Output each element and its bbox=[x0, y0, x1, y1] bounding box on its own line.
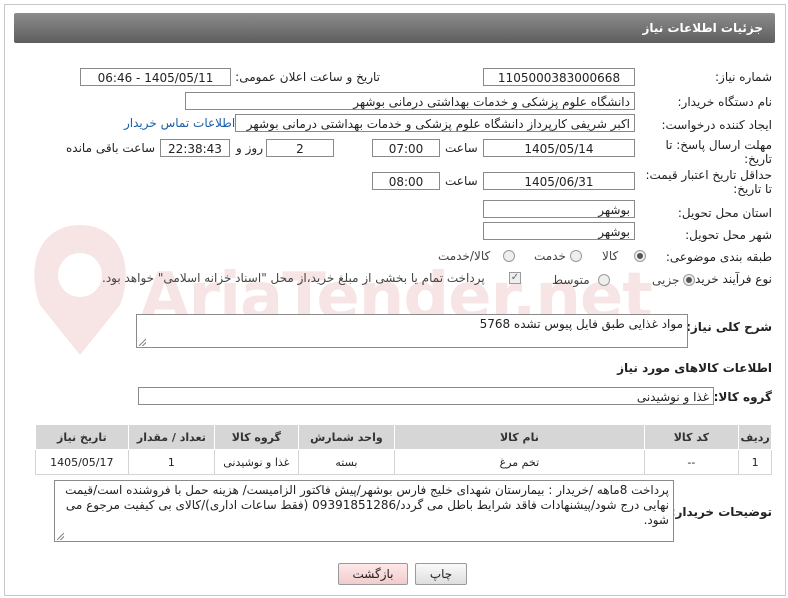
back-button[interactable]: بازگشت bbox=[338, 563, 408, 585]
reply-time-field: 07:00 bbox=[372, 139, 440, 157]
col-item-code: کد کالا bbox=[643, 424, 740, 450]
process-option-minor: جزیی bbox=[652, 273, 680, 287]
days-remaining-field: 2 bbox=[266, 139, 334, 157]
buyer-org-label: نام دستگاه خریدار: bbox=[677, 95, 773, 109]
col-row-number: ردیف bbox=[738, 424, 772, 450]
remaining-time-field: 22:38:43 bbox=[160, 139, 230, 157]
process-label: نوع فرآیند خرید : bbox=[687, 272, 772, 286]
buyer-notes-textarea[interactable]: پرداخت 8ماهه /خریدار : بیمارستان شهدای خ… bbox=[54, 480, 674, 542]
col-item-name: نام کالا bbox=[394, 424, 645, 450]
goods-info-title: اطلاعات کالاهای مورد نیاز bbox=[617, 361, 772, 375]
min-price-label-2: تا تاریخ: bbox=[733, 182, 772, 196]
cell-item-code: -- bbox=[643, 449, 740, 475]
print-button[interactable]: چاپ bbox=[415, 563, 467, 585]
buyer-org-field: دانشگاه علوم پزشکی و خدمات بهداشتی درمان… bbox=[185, 92, 635, 110]
category-radio-goods-service[interactable] bbox=[503, 250, 515, 262]
cell-unit: بسته bbox=[297, 449, 396, 475]
creator-label: ایجاد کننده درخواست: bbox=[661, 118, 772, 132]
col-item-group: گروه کالا bbox=[214, 424, 299, 450]
summary-text: مواد غذایی طبق فایل پیوس تشده 5768 bbox=[479, 317, 683, 331]
treasury-payment-note: پرداخت تمام یا بخشی از مبلغ خرید،از محل … bbox=[102, 271, 485, 285]
treasury-payment-checkbox[interactable]: ✓ bbox=[509, 272, 521, 284]
announce-label: تاریخ و ساعت اعلان عمومی: bbox=[235, 70, 380, 84]
category-option-service: خدمت bbox=[534, 249, 566, 263]
summary-textarea[interactable]: مواد غذایی طبق فایل پیوس تشده 5768 bbox=[136, 314, 688, 348]
process-radio-medium[interactable] bbox=[598, 274, 610, 286]
contact-buyer-link[interactable]: اطلاعات تماس خریدار bbox=[124, 116, 235, 130]
goods-group-field: غذا و نوشیدنی bbox=[138, 387, 714, 405]
col-quantity: تعداد / مقدار bbox=[127, 424, 216, 450]
cell-row-number: 1 bbox=[738, 449, 772, 475]
remaining-time-label: ساعت باقی مانده bbox=[66, 141, 156, 155]
page-header: جزئیات اطلاعات نیاز bbox=[14, 13, 775, 43]
min-price-time-label: ساعت bbox=[445, 174, 478, 188]
city-label: شهر محل تحویل: bbox=[685, 228, 772, 242]
buyer-notes-text: پرداخت 8ماهه /خریدار : بیمارستان شهدای خ… bbox=[65, 483, 669, 527]
min-price-time-field: 08:00 bbox=[372, 172, 440, 190]
min-price-label: حداقل تاریخ اعتبار قیمت: bbox=[645, 168, 772, 182]
reply-time-label: ساعت bbox=[445, 141, 478, 155]
col-unit: واحد شمارش bbox=[297, 424, 396, 450]
process-option-medium: متوسط bbox=[552, 273, 590, 287]
summary-label: شرح کلی نیاز: bbox=[686, 320, 772, 334]
reply-deadline-label: مهلت ارسال پاسخ: تا bbox=[665, 138, 772, 152]
min-price-date-field: 1405/06/31 bbox=[483, 172, 635, 190]
resize-grip-icon[interactable] bbox=[57, 533, 64, 540]
category-option-goods: کالا bbox=[602, 249, 619, 263]
category-radio-service[interactable] bbox=[570, 250, 582, 262]
page-title: جزئیات اطلاعات نیاز bbox=[642, 21, 763, 35]
table-row[interactable]: 1 -- تخم مرغ بسته غذا و نوشیدنی 1 1405/0… bbox=[35, 449, 772, 475]
process-radio-minor[interactable] bbox=[683, 274, 695, 286]
province-field: بوشهر bbox=[483, 200, 635, 218]
category-option-goods-service: کالا/خدمت bbox=[438, 249, 491, 263]
need-number-field: 1105000383000668 bbox=[483, 68, 635, 86]
cell-item-group: غذا و نوشیدنی bbox=[214, 449, 299, 475]
need-number-label: شماره نیاز: bbox=[715, 70, 772, 84]
reply-deadline-label-2: تاریخ: bbox=[744, 152, 772, 166]
province-label: استان محل تحویل: bbox=[677, 206, 772, 220]
cell-item-name: تخم مرغ bbox=[394, 449, 645, 475]
items-table: ردیف کد کالا نام کالا واحد شمارش گروه کا… bbox=[35, 424, 772, 475]
resize-grip-icon[interactable] bbox=[139, 339, 146, 346]
category-label: طبقه بندی موضوعی: bbox=[665, 250, 772, 264]
creator-field: اکبر شریفی کارپرداز دانشگاه علوم پزشکی و… bbox=[235, 114, 635, 132]
buyer-notes-label: توضیحات خریدار: bbox=[670, 505, 772, 519]
cell-quantity: 1 bbox=[127, 449, 216, 475]
reply-date-field: 1405/05/14 bbox=[483, 139, 635, 157]
items-table-header: ردیف کد کالا نام کالا واحد شمارش گروه کا… bbox=[35, 424, 772, 450]
days-label: روز و bbox=[236, 141, 263, 155]
cell-need-date: 1405/05/17 bbox=[35, 449, 129, 475]
goods-group-label: گروه کالا: bbox=[713, 390, 772, 404]
col-need-date: تاریخ نیاز bbox=[35, 424, 129, 450]
announce-field: 1405/05/11 - 06:46 bbox=[80, 68, 231, 86]
category-radio-goods[interactable] bbox=[634, 250, 646, 262]
city-field: بوشهر bbox=[483, 222, 635, 240]
